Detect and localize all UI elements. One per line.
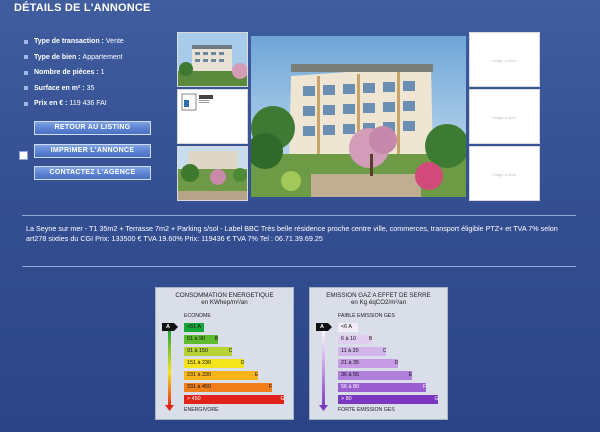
ges-current-badge: A (316, 323, 332, 331)
divider-top (22, 215, 576, 216)
energy-top-label: ECONOME (184, 313, 211, 319)
ges-class-e: 36 à 55 E (338, 371, 412, 380)
energy-class-g: > 450 G (184, 395, 284, 404)
placeholder-text: Image à venir (492, 115, 517, 121)
ges-class-c: 11 à 20 C (338, 347, 386, 356)
floor-plan-thumb (178, 90, 247, 143)
arrow-down-icon (165, 405, 174, 411)
energy-class-e: 231 à 330 E (184, 371, 258, 380)
energy-consumption-panel: CONSOMMATION ENERGETIQUE en KWhep/m²/an … (155, 287, 294, 420)
placeholder-text: Image à venir (492, 172, 517, 178)
energy-bottom-label: ENERGIVORE (184, 407, 219, 413)
bullet-icon (24, 70, 28, 75)
print-ad-button[interactable]: IMPRIMER L'ANNONCE (34, 144, 151, 158)
energy-class-c: 91 à 150 C (184, 347, 232, 356)
energy-class-f: 331 à 450 F (184, 383, 272, 392)
bullet-icon (24, 55, 28, 60)
placeholder-thumb-3[interactable]: Image à venir (469, 146, 540, 201)
property-surface: Surface en m² :35 (24, 81, 124, 97)
bullet-icon (24, 101, 28, 106)
property-transaction: Type de transaction : Vente (24, 34, 124, 50)
building-photo-thumb (178, 33, 247, 86)
bullet-icon (24, 39, 28, 44)
page-title: DÉTAILS DE L'ANNONCE (14, 2, 151, 14)
thumbnail-1[interactable] (177, 32, 248, 87)
property-rooms: Nombre de pièces :1 (24, 65, 124, 81)
ges-emission-panel: EMISSION GAZ A EFFET DE SERRE en Kg éqCO… (309, 287, 448, 420)
ges-bottom-label: FORTE EMISSION GES (338, 407, 395, 413)
placeholder-thumb-2[interactable]: Image à venir (469, 89, 540, 144)
bullet-icon (24, 86, 28, 91)
energy-scale-arrow (168, 328, 171, 408)
placeholder-thumb-1[interactable]: Image à venir (469, 32, 540, 87)
contact-agency-button[interactable]: CONTACTEZ L'AGENCE (34, 166, 151, 180)
thumbnail-3[interactable] (177, 146, 248, 201)
ges-unit: en Kg éqCO2/m²/an (350, 299, 407, 306)
ges-top-label: FAIBLE EMISSION GES (338, 313, 395, 319)
ges-class-d: 21 à 35 D (338, 359, 398, 368)
garden-photo-thumb (178, 147, 247, 200)
divider-bottom (22, 266, 576, 267)
arrow-down-icon (319, 405, 328, 411)
ges-class-g: > 80 G (338, 395, 438, 404)
energy-class-a: <51 A (184, 323, 204, 332)
energy-class-d: 151 à 230 D (184, 359, 244, 368)
energy-title: CONSOMMATION ENERGETIQUE (175, 292, 274, 299)
property-list: Type de transaction : Vente Type de bien … (24, 34, 124, 112)
print-checkbox[interactable] (19, 151, 28, 160)
back-to-listing-button[interactable]: RETOUR AU LISTING (34, 121, 151, 135)
energy-unit: en KWhep/m²/an (201, 299, 248, 306)
energy-class-b: 51 à 90 B (184, 335, 218, 344)
ges-class-a: <6 A (338, 323, 358, 332)
main-photo[interactable] (251, 36, 466, 197)
property-price: Prix en € :119 436 FAI (24, 96, 124, 112)
ges-class-f: 56 à 80 F (338, 383, 426, 392)
energy-current-badge: A (162, 323, 178, 331)
ges-title: EMISSION GAZ A EFFET DE SERRE (326, 292, 431, 299)
ges-class-b: 6 à 10 B (338, 335, 372, 344)
property-type: Type de bien : Appartement (24, 50, 124, 66)
ges-scale-arrow (322, 328, 325, 408)
ad-description: La Seyne sur mer - T1 35m2 + Terrasse 7m… (26, 224, 558, 243)
placeholder-text: Image à venir (492, 58, 517, 64)
thumbnail-2[interactable] (177, 89, 248, 144)
building-photo (251, 36, 466, 197)
